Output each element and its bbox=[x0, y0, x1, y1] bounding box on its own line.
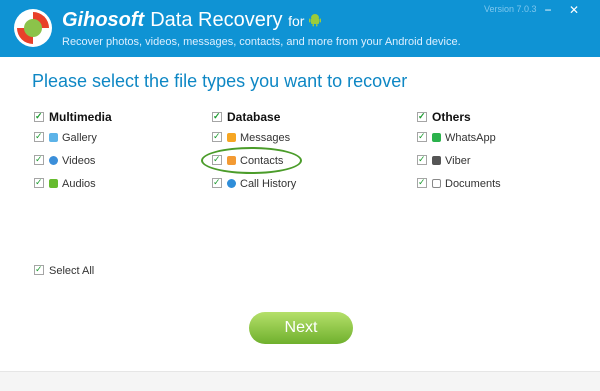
item-label: Videos bbox=[62, 155, 96, 167]
gallery-checkbox[interactable]: Gallery bbox=[34, 127, 112, 149]
audios-icon bbox=[49, 179, 58, 188]
others-group: Others WhatsApp Viber Documents bbox=[417, 108, 501, 195]
videos-checkbox[interactable]: Videos bbox=[34, 150, 112, 172]
app-header: Gihosoft Data Recovery for Recover photos… bbox=[0, 0, 600, 57]
group-title-label: Database bbox=[227, 110, 281, 124]
check-icon bbox=[34, 130, 44, 142]
others-checkbox[interactable]: Others bbox=[417, 108, 501, 126]
lifebuoy-logo-icon bbox=[14, 9, 52, 47]
app-title: Gihosoft Data Recovery for bbox=[62, 8, 322, 33]
database-checkbox[interactable]: Database bbox=[212, 108, 296, 126]
check-icon bbox=[417, 130, 427, 142]
status-bar bbox=[0, 371, 600, 391]
check-icon bbox=[212, 110, 222, 122]
audios-checkbox[interactable]: Audios bbox=[34, 173, 112, 195]
multimedia-group: Multimedia Gallery Videos Audios bbox=[34, 108, 112, 195]
check-icon bbox=[34, 263, 44, 275]
item-label: Documents bbox=[445, 178, 501, 190]
check-icon bbox=[212, 130, 222, 142]
item-label: Messages bbox=[240, 132, 291, 144]
whatsapp-icon bbox=[432, 133, 441, 142]
product-name: Data Recovery bbox=[150, 9, 283, 31]
gallery-icon bbox=[49, 133, 58, 142]
viber-icon bbox=[432, 156, 441, 165]
multimedia-checkbox[interactable]: Multimedia bbox=[34, 108, 112, 126]
app-subtitle: Recover photos, videos, messages, contac… bbox=[62, 36, 461, 48]
contacts-highlight-ellipse bbox=[201, 147, 302, 174]
android-icon bbox=[309, 14, 322, 27]
check-icon bbox=[34, 110, 44, 122]
call-history-checkbox[interactable]: Call History bbox=[212, 173, 296, 195]
for-text: for bbox=[288, 13, 305, 29]
whatsapp-checkbox[interactable]: WhatsApp bbox=[417, 127, 501, 149]
item-label: Viber bbox=[445, 155, 471, 167]
group-title-label: Multimedia bbox=[49, 110, 112, 124]
next-button[interactable]: Next bbox=[249, 312, 353, 344]
viber-checkbox[interactable]: Viber bbox=[417, 150, 501, 172]
messages-checkbox[interactable]: Messages bbox=[212, 127, 296, 149]
select-all-checkbox[interactable]: Select All bbox=[34, 263, 95, 277]
documents-icon bbox=[432, 179, 441, 188]
group-title-label: Others bbox=[432, 110, 471, 124]
check-icon bbox=[212, 176, 222, 188]
brand-name: Gihosoft bbox=[62, 9, 145, 31]
select-all-label: Select All bbox=[49, 265, 95, 277]
close-button[interactable]: ✕ bbox=[566, 3, 582, 17]
item-label: Audios bbox=[62, 178, 96, 190]
check-icon bbox=[417, 153, 427, 165]
check-icon bbox=[34, 153, 44, 165]
check-icon bbox=[34, 176, 44, 188]
check-icon bbox=[417, 176, 427, 188]
item-label: Gallery bbox=[62, 132, 97, 144]
videos-icon bbox=[49, 156, 58, 165]
call-history-icon bbox=[227, 179, 236, 188]
item-label: Call History bbox=[240, 178, 297, 190]
check-icon bbox=[417, 110, 427, 122]
page-title: Please select the file types you want to… bbox=[32, 71, 408, 91]
messages-icon bbox=[227, 133, 236, 142]
minimize-button[interactable]: − bbox=[540, 3, 556, 17]
item-label: WhatsApp bbox=[445, 132, 496, 144]
version-label: Version 7.0.3 bbox=[484, 4, 537, 14]
documents-checkbox[interactable]: Documents bbox=[417, 173, 501, 195]
